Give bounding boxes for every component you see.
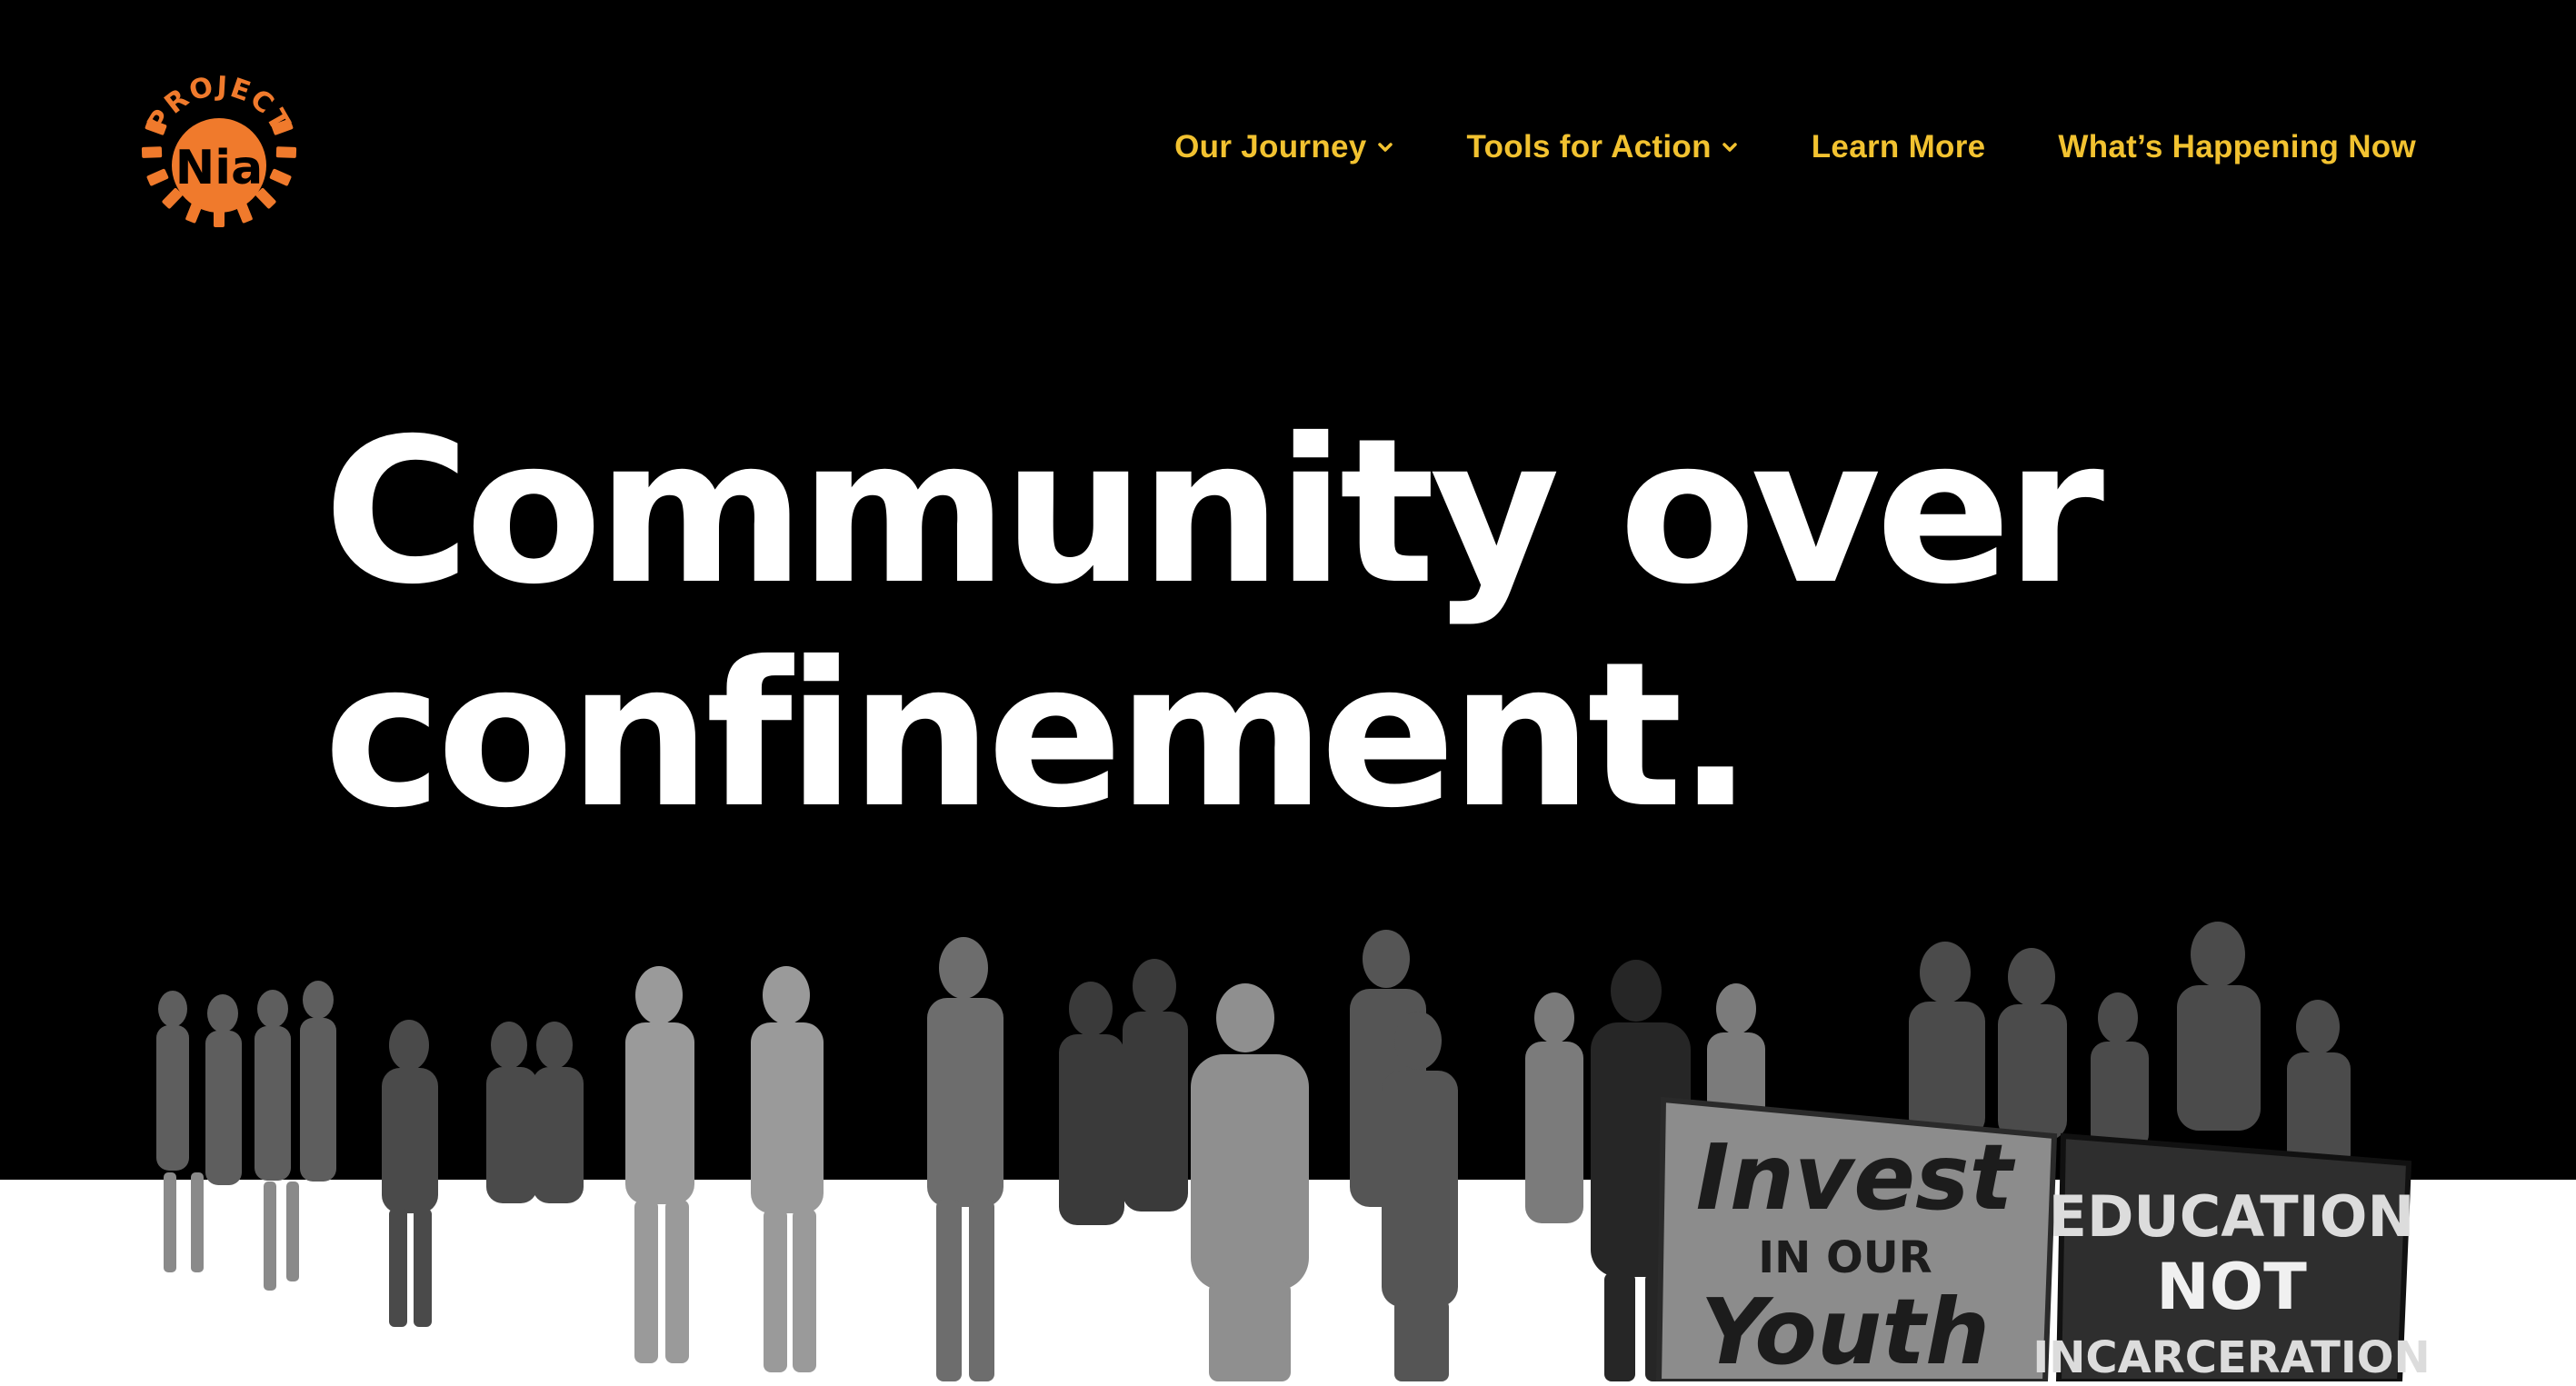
- banner-invest-in-our-youth: Invest IN OUR Youth: [1655, 1096, 2058, 1385]
- main-navigation: Our Journey Tools for Action Learn More …: [1174, 118, 2416, 176]
- hero-headline-line-1: Community over: [324, 395, 2104, 628]
- logo-mark-text: Nia: [175, 141, 263, 195]
- hero-headline-line-2: confinement.: [324, 619, 1753, 852]
- chevron-down-icon: [1377, 143, 1393, 152]
- nav-item-whats-happening-now[interactable]: What’s Happening Now: [2058, 129, 2416, 165]
- project-nia-logo[interactable]: PROJECT Nia: [133, 64, 305, 236]
- nav-item-our-journey[interactable]: Our Journey: [1174, 129, 1393, 165]
- nav-item-label: What’s Happening Now: [2058, 129, 2416, 165]
- chevron-down-icon: [1722, 143, 1737, 152]
- banner-right-line-3: INCARCERATION: [2032, 1332, 2427, 1381]
- logo-icon: PROJECT Nia: [142, 70, 297, 227]
- banner-left-line-1: Invest: [1696, 1124, 2016, 1231]
- crowd-march-photo: Invest IN OUR Youth EDUCATION NOT INCARC…: [136, 909, 2431, 1385]
- crowd-illustration: Invest IN OUR Youth EDUCATION NOT INCARC…: [156, 922, 2431, 1385]
- nav-item-label: Learn More: [1811, 129, 1986, 165]
- nav-item-label: Our Journey: [1174, 129, 1367, 165]
- banner-left-line-3: Youth: [1701, 1279, 1990, 1381]
- nav-item-tools-for-action[interactable]: Tools for Action: [1467, 129, 1739, 165]
- banner-education-not-incarceration: EDUCATION NOT INCARCERATION: [2032, 1132, 2431, 1384]
- nav-item-learn-more[interactable]: Learn More: [1812, 129, 1986, 165]
- hero-headline: Community over confinement.: [324, 395, 2104, 852]
- banner-left-line-2: IN OUR: [1758, 1232, 1932, 1283]
- banner-right-line-2: NOT: [2156, 1250, 2307, 1324]
- banner-right-line-1: EDUCATION: [2049, 1183, 2415, 1250]
- nav-item-label: Tools for Action: [1466, 129, 1712, 165]
